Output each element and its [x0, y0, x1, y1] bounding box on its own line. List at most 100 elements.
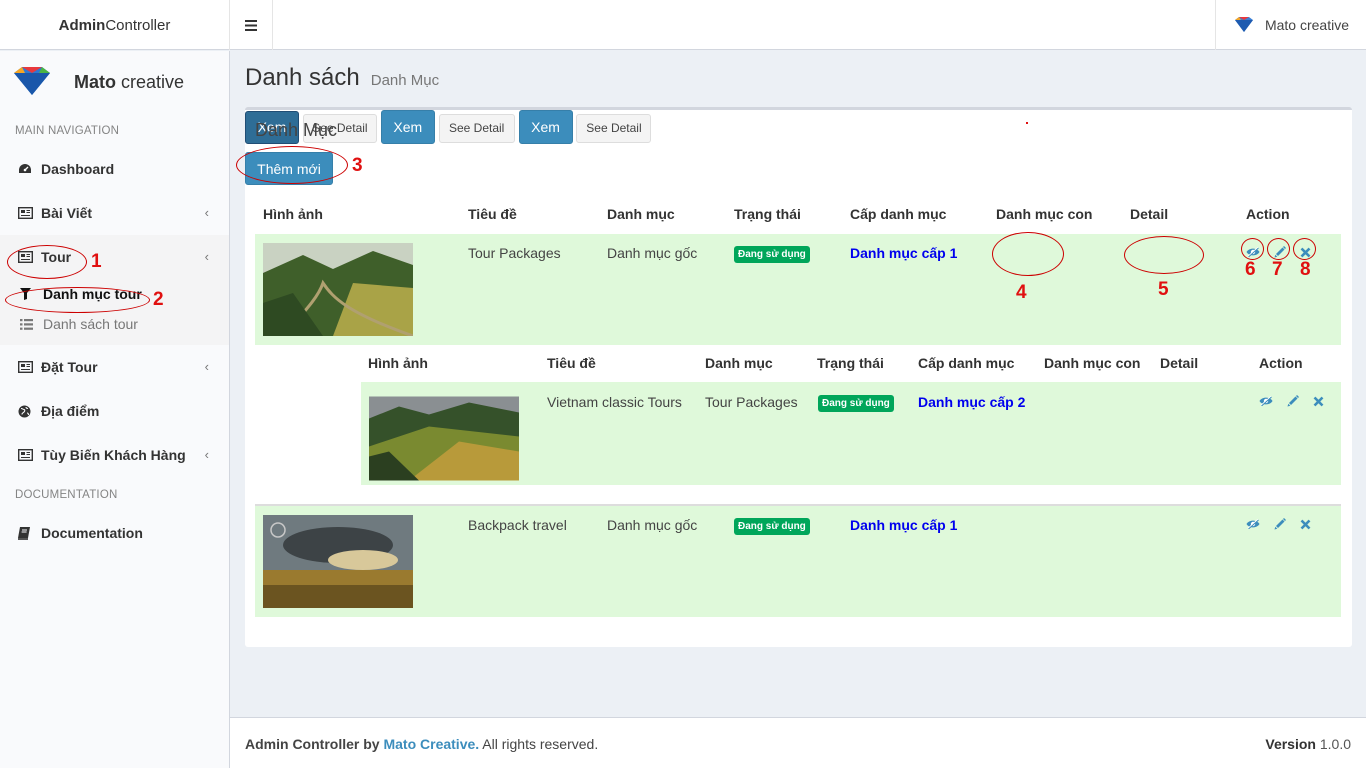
see-detail-button[interactable]: See Detail — [438, 113, 515, 143]
user-name: Mato creative — [1264, 17, 1350, 33]
view-subcategories-button[interactable]: Xem — [518, 110, 573, 144]
documentation-header: DOCUMENTATION — [15, 489, 118, 501]
chevron-left-icon: ‹ — [204, 249, 209, 264]
view-subcategories-button[interactable]: Xem — [380, 110, 435, 144]
annotation-ellipse — [7, 245, 87, 279]
column-header-title: Tiêu đề — [468, 206, 517, 222]
column-header-image: Hình ảnh — [263, 206, 323, 222]
app-brand[interactable]: Admin Controller — [0, 0, 230, 50]
sidebar-item-label: Tùy Biến Khách Hàng — [41, 447, 186, 463]
annotation-ellipse — [236, 146, 348, 184]
annotation-ellipse — [992, 232, 1064, 276]
status-badge: Đang sử dụng — [818, 395, 894, 412]
sidebar-item-label: Documentation — [41, 525, 143, 541]
sidebar-item-dia-diem[interactable]: Địa điểm — [0, 389, 229, 433]
edit-pencil-icon[interactable] — [1273, 517, 1287, 531]
red-dot — [1026, 122, 1028, 124]
thumbnail-image — [369, 396, 519, 481]
sidebar-toggle-button[interactable] — [230, 0, 273, 50]
thumbnail-image — [263, 243, 413, 336]
box-title: Danh Mục — [255, 120, 338, 140]
edit-pencil-icon[interactable] — [1286, 394, 1300, 408]
column-header-level: Cấp danh mục — [850, 206, 947, 222]
sub-column-header-title: Tiêu đề — [547, 355, 596, 371]
footer-brand-link[interactable]: Mato Creative. — [383, 736, 479, 752]
user-menu[interactable]: Mato creative — [1215, 0, 1366, 50]
sidebar-subitem-danh-sach-tour[interactable]: Danh sách tour — [0, 309, 229, 339]
column-header-action: Action — [1246, 206, 1290, 222]
annotation-number: 6 — [1245, 259, 1256, 280]
sub-column-header-detail: Detail — [1160, 355, 1199, 371]
sidebar-item-label: Đặt Tour — [41, 359, 98, 375]
row-category: Danh mục gốc — [607, 245, 698, 261]
annotation-number: 3 — [352, 155, 363, 176]
sidebar: Mato creative MAIN NAVIGATION Dashboard … — [0, 51, 230, 768]
sidebar-logo: Mato creative — [0, 51, 229, 113]
status-badge: Đang sử dụng — [734, 246, 810, 263]
row-title: Tour Packages — [468, 245, 561, 261]
sub-column-header-subcategory: Danh mục con — [1044, 355, 1141, 371]
hamburger-icon — [245, 19, 257, 31]
category-level-link[interactable]: Danh mục cấp 1 — [850, 245, 957, 261]
delete-icon[interactable] — [1298, 517, 1312, 531]
chevron-left-icon: ‹ — [204, 447, 209, 462]
annotation-number: 4 — [1016, 282, 1027, 303]
sub-column-header-category: Danh mục — [705, 355, 773, 371]
category-level-link[interactable]: Danh mục cấp 2 — [918, 394, 1025, 410]
status-badge: Đang sử dụng — [734, 518, 810, 535]
chevron-left-icon: ‹ — [204, 359, 209, 374]
newspaper-icon — [18, 449, 41, 461]
sidebar-item-dashboard[interactable]: Dashboard — [0, 147, 229, 191]
sidebar-item-bai-viet[interactable]: Bài Viết ‹ — [0, 191, 229, 235]
row-title: Backpack travel — [468, 517, 567, 533]
sidebar-subitem-label: Danh sách tour — [43, 316, 138, 332]
sub-column-header-status: Trạng thái — [817, 355, 884, 371]
sidebar-item-documentation[interactable]: Documentation — [0, 511, 229, 555]
annotation-number: 7 — [1272, 259, 1283, 280]
sidebar-item-label: Bài Viết — [41, 205, 93, 221]
top-header: Admin Controller Mato creative — [0, 0, 1366, 50]
sub-column-header-action: Action — [1259, 355, 1303, 371]
sidebar-logo-text: Mato creative — [74, 71, 185, 92]
sidebar-item-label: Dashboard — [41, 161, 115, 177]
sub-row-title: Vietnam classic Tours — [547, 394, 682, 410]
page-title: Danh sách — [245, 64, 360, 91]
sidebar-item-dat-tour[interactable]: Đặt Tour ‹ — [0, 345, 229, 389]
page-subtitle: Danh Mục — [370, 72, 440, 89]
annotation-ellipse — [5, 287, 150, 313]
sidebar-item-label: Địa điểm — [41, 403, 100, 419]
annotation-ellipse — [1241, 238, 1264, 260]
newspaper-icon — [18, 361, 41, 373]
annotation-ellipse — [1293, 238, 1316, 260]
content-header: Danh sách Danh Mục — [245, 64, 439, 92]
footer: Admin Controller by Mato Creative. All r… — [230, 717, 1366, 768]
see-detail-button[interactable]: See Detail — [576, 113, 652, 143]
category-level-link[interactable]: Danh mục cấp 1 — [850, 517, 957, 533]
sub-column-header-image: Hình ảnh — [368, 355, 428, 371]
annotation-number: 5 — [1158, 279, 1169, 300]
book-icon — [18, 526, 41, 540]
delete-icon[interactable] — [1311, 394, 1325, 408]
sub-row-category: Tour Packages — [705, 394, 798, 410]
company-logo-icon — [14, 67, 50, 95]
hide-icon[interactable] — [1259, 394, 1273, 408]
sidebar-item-tuy-bien-khach-hang[interactable]: Tùy Biến Khách Hàng ‹ — [0, 433, 229, 477]
globe-icon — [18, 405, 41, 418]
annotation-number: 1 — [91, 251, 102, 272]
column-header-subcategory: Danh mục con — [996, 206, 1093, 222]
brand-rest: Controller — [105, 16, 171, 34]
main-navigation-header: MAIN NAVIGATION — [15, 125, 120, 137]
annotation-number: 2 — [153, 289, 164, 310]
hide-icon[interactable] — [1246, 517, 1260, 531]
sub-column-header-level: Cấp danh mục — [918, 355, 1015, 371]
footer-version: Version 1.0.0 — [1265, 736, 1351, 752]
annotation-number: 8 — [1300, 259, 1311, 280]
chevron-left-icon: ‹ — [204, 205, 209, 220]
thumbnail-image — [263, 515, 413, 608]
category-box: Danh Mục Thêm mới Hình ảnh Tiêu đề Danh … — [245, 107, 1352, 647]
brand-bold: Admin — [58, 16, 106, 34]
column-header-category: Danh mục — [607, 206, 675, 222]
annotation-ellipse — [1267, 238, 1290, 260]
annotation-ellipse — [1124, 236, 1204, 274]
list-icon — [20, 318, 43, 330]
